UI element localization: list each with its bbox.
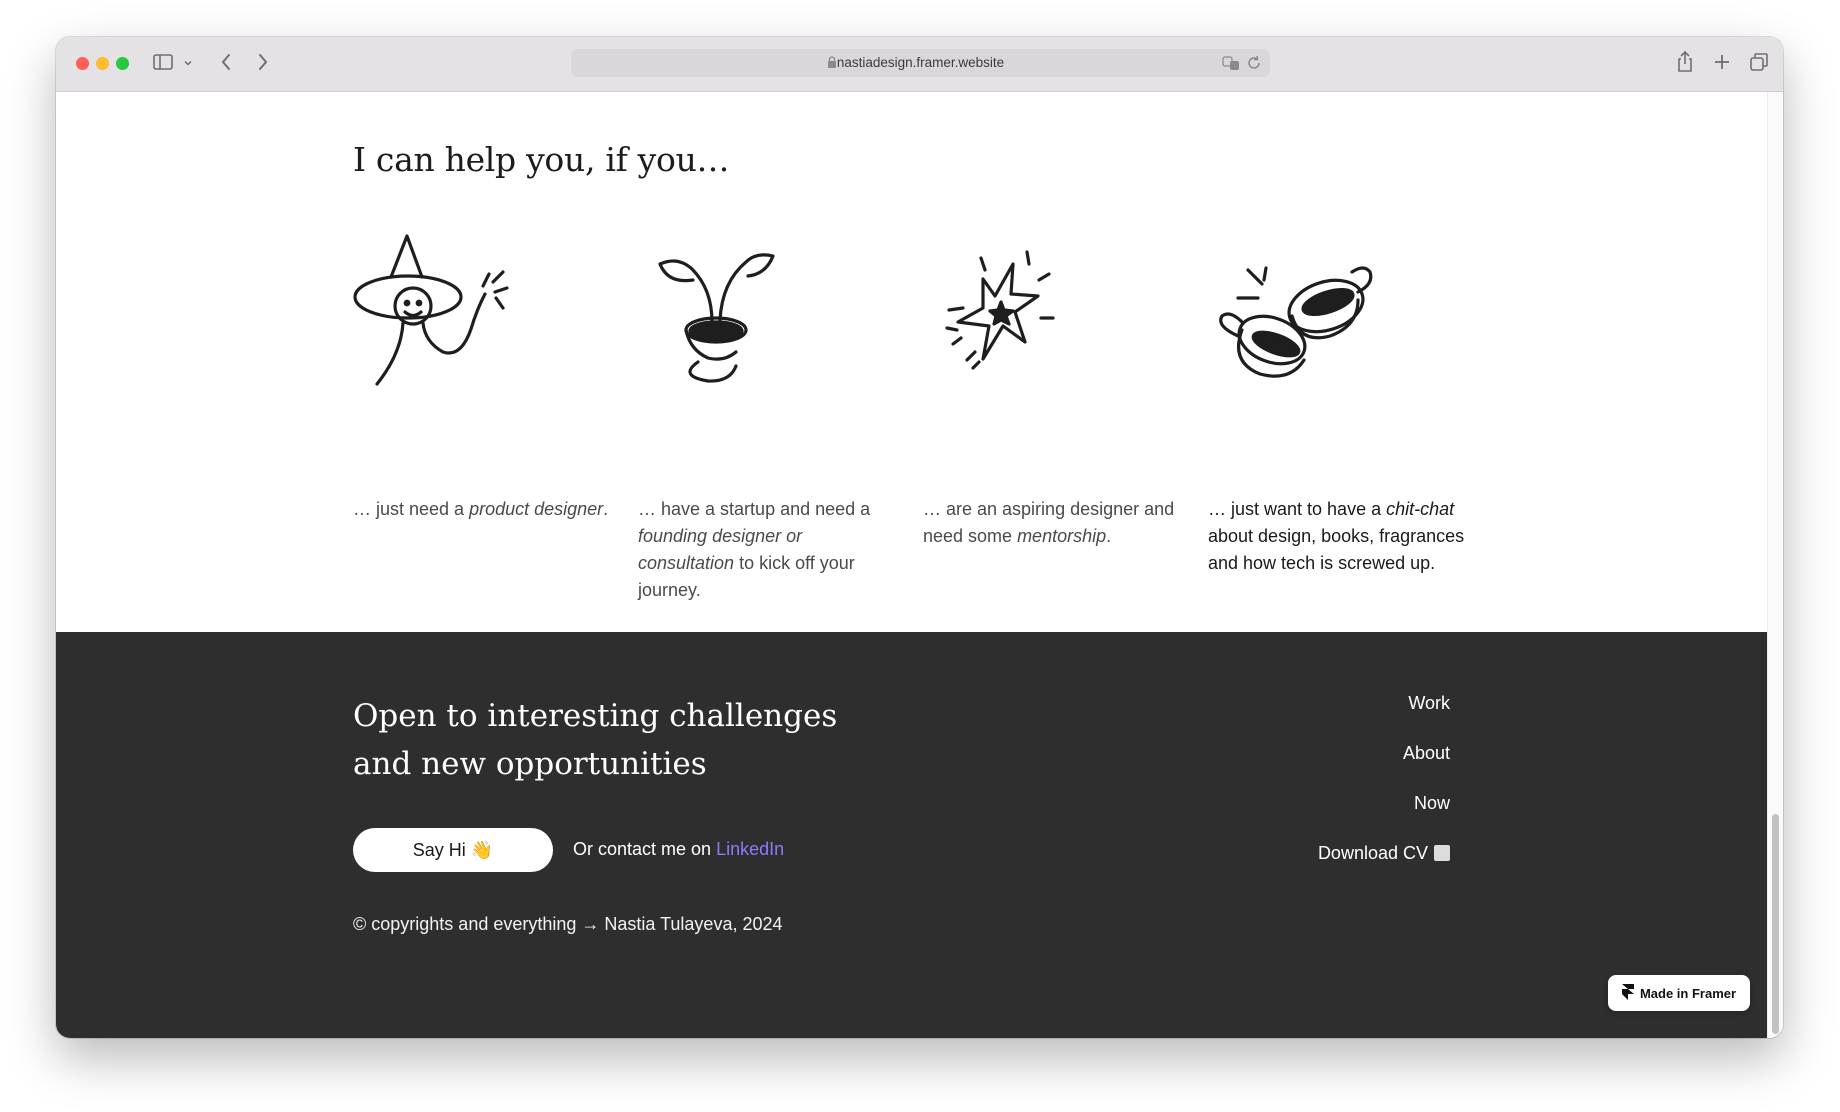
sidebar-toggle-icon[interactable] [152, 51, 174, 77]
help-card-chit-chat: … just want to have a chit-chat about de… [1208, 234, 1468, 573]
made-in-framer-badge[interactable]: Made in Framer [1608, 975, 1750, 1011]
scrollbar-thumb[interactable] [1772, 814, 1779, 1034]
new-tab-plus-icon[interactable] [1711, 51, 1733, 77]
help-card-text: … have a startup and need a founding des… [638, 499, 871, 600]
minimize-window-button[interactable] [96, 57, 109, 70]
sprout-icon [638, 234, 898, 394]
copyright-text: © copyrights and everything → Nastia Tul… [353, 914, 783, 934]
wizard-icon [353, 234, 613, 394]
share-icon[interactable] [1674, 50, 1696, 78]
help-card-text: … just want to have a chit-chat about de… [1208, 499, 1465, 573]
nav-link-download-cv[interactable]: Download CV [1318, 842, 1450, 892]
linkedin-link[interactable]: LinkedIn [716, 839, 784, 859]
help-card-founding-designer: … have a startup and need a founding des… [638, 234, 898, 600]
say-hi-button[interactable]: Say Hi 👋 [353, 828, 553, 872]
scrollbar[interactable] [1767, 92, 1783, 1038]
help-card-product-designer: … just need a product designer. [353, 234, 613, 519]
framer-logo-icon [1621, 983, 1634, 1003]
reload-icon[interactable] [1246, 55, 1262, 74]
help-section-heading: I can help you, if you… [353, 140, 730, 179]
chevron-down-icon[interactable] [182, 54, 194, 73]
forward-arrow-icon[interactable] [251, 51, 273, 77]
browser-toolbar: nastiadesign.framer.website [56, 37, 1783, 92]
close-window-button[interactable] [76, 57, 89, 70]
help-card-text: … are an aspiring designer and need some… [923, 499, 1175, 546]
back-arrow-icon[interactable] [216, 51, 238, 77]
sparkle-star-icon [923, 234, 1183, 394]
address-bar[interactable]: nastiadesign.framer.website [571, 49, 1270, 77]
browser-window: nastiadesign.framer.website I can help y… [56, 37, 1783, 1038]
footer-nav: Work About Now Download CV [1318, 692, 1450, 892]
nav-link-now[interactable]: Now [1318, 792, 1450, 842]
document-icon [1434, 845, 1450, 861]
web-page: I can help you, if you… … just need a pr… [56, 92, 1768, 1038]
help-card-mentorship: … are an aspiring designer and need some… [923, 234, 1183, 546]
coffee-cups-icon [1208, 234, 1468, 394]
url-text: nastiadesign.framer.website [836, 55, 1005, 70]
tab-overview-icon[interactable] [1748, 51, 1770, 77]
nav-link-work[interactable]: Work [1318, 692, 1450, 742]
site-footer: Open to interesting challenges and new o… [56, 632, 1768, 1038]
contact-line: Or contact me on LinkedIn [573, 839, 785, 859]
maximize-window-button[interactable] [116, 57, 129, 70]
help-card-text: … just need a product designer. [353, 499, 609, 519]
footer-title: Open to interesting challenges and new o… [353, 698, 838, 782]
translate-icon[interactable] [1222, 55, 1240, 74]
nav-link-about[interactable]: About [1318, 742, 1450, 792]
